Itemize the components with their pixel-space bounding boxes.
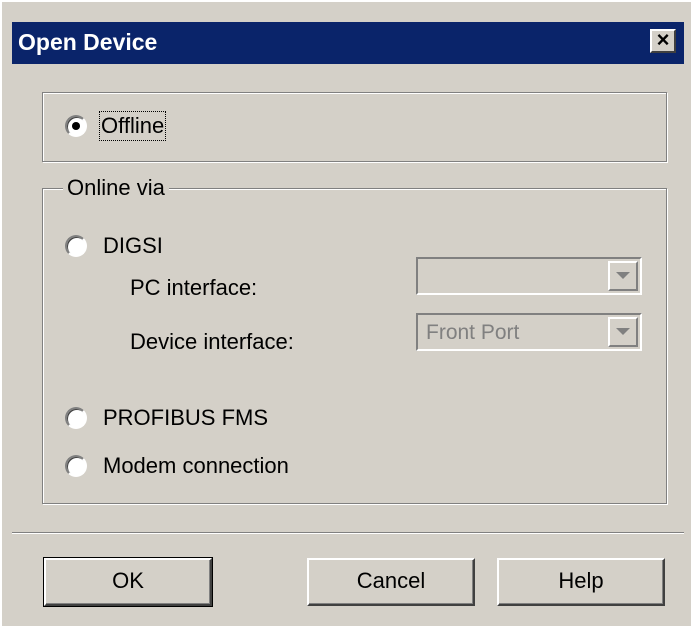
modem-connection-radio[interactable]: [65, 455, 87, 477]
profibus-fms-radio[interactable]: [65, 407, 87, 429]
offline-label[interactable]: Offline: [98, 111, 167, 141]
chevron-down-icon: [616, 328, 630, 335]
device-interface-dropdown-button[interactable]: [608, 317, 638, 347]
device-interface-select[interactable]: Front Port: [416, 313, 642, 351]
device-interface-label: Device interface:: [130, 329, 294, 354]
online-via-group: Online via DIGSI PC interface: Device in…: [42, 175, 667, 504]
digsi-label[interactable]: DIGSI: [103, 233, 163, 259]
pc-interface-label: PC interface:: [130, 275, 258, 300]
cancel-button[interactable]: Cancel: [307, 558, 475, 606]
pc-interface-dropdown-button[interactable]: [608, 261, 638, 291]
dialog-title: Open Device: [18, 29, 158, 55]
help-button[interactable]: Help: [497, 558, 665, 606]
radio-selected-dot: [72, 122, 80, 130]
device-interface-value: Front Port: [426, 321, 520, 344]
open-device-dialog: Open Device × Offline Online via DIGSI P…: [0, 0, 691, 626]
chevron-down-icon: [616, 272, 630, 279]
offline-radio[interactable]: [65, 115, 87, 137]
modem-connection-label[interactable]: Modem connection: [103, 453, 289, 479]
close-icon: ×: [656, 27, 670, 52]
ok-button[interactable]: OK: [43, 557, 213, 607]
online-via-legend: Online via: [63, 175, 169, 201]
separator: [12, 532, 684, 534]
profibus-fms-label[interactable]: PROFIBUS FMS: [103, 405, 268, 431]
close-button[interactable]: ×: [650, 29, 676, 53]
digsi-radio[interactable]: [65, 235, 87, 257]
offline-group: Offline: [42, 92, 667, 162]
pc-interface-select[interactable]: [416, 257, 642, 295]
title-bar: Open Device ×: [12, 22, 684, 64]
